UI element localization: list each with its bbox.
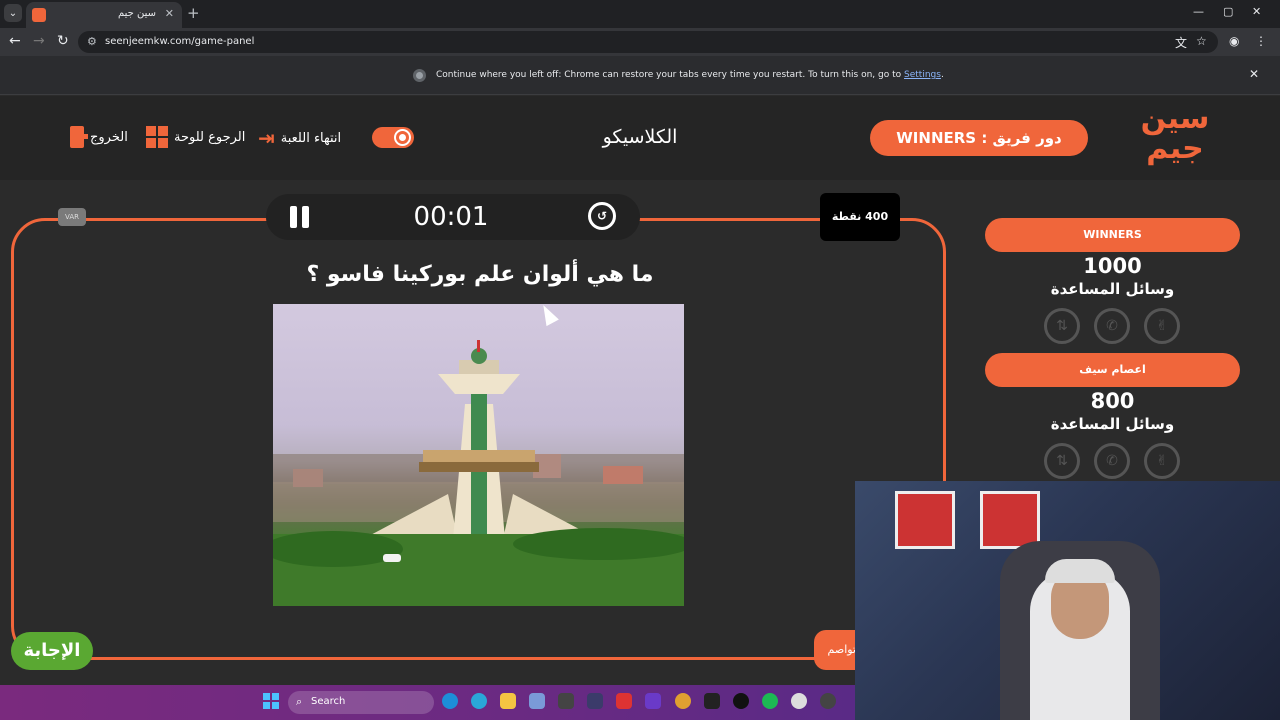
exit-button[interactable]: الخروج: [70, 126, 128, 148]
swap-icon[interactable]: ⇅: [1044, 308, 1080, 344]
windows-taskbar: ⌕ Search: [0, 685, 855, 720]
profile-icon[interactable]: ◉: [1229, 34, 1239, 48]
swap-icon[interactable]: ⇅: [1044, 443, 1080, 479]
restore-icon[interactable]: ▢: [1223, 5, 1233, 18]
show-answer-button[interactable]: الإجابة: [11, 632, 93, 670]
translate-icon[interactable]: 文: [1175, 34, 1187, 51]
search-label: Search: [311, 696, 346, 707]
phone-icon[interactable]: ✆: [1094, 443, 1130, 479]
site-logo[interactable]: سين جيم: [1132, 104, 1218, 170]
game-title: الكلاسيكو: [602, 126, 678, 148]
continue-button[interactable]: تواصم: [814, 630, 860, 670]
app-icon[interactable]: [704, 693, 720, 709]
chrome-taskbar-icon[interactable]: [820, 693, 836, 709]
question-points: 400 نقطة: [820, 193, 900, 241]
var-badge[interactable]: VAR: [58, 208, 86, 226]
reset-timer-icon[interactable]: ↺: [588, 202, 616, 230]
settings-link[interactable]: Settings: [904, 70, 941, 80]
toggle-knob: [396, 131, 409, 144]
grid-icon: [146, 126, 168, 148]
tab-title: سين جيم: [117, 8, 156, 19]
bookmark-star-icon[interactable]: ☆: [1196, 34, 1207, 48]
wall-poster: [895, 491, 955, 549]
question-text: ما هي ألوان علم بوركينا فاسو ؟: [306, 262, 654, 287]
end-game-toggle[interactable]: [372, 127, 414, 148]
team-2-name: اعصام سيف: [985, 353, 1240, 387]
site-favicon-icon: [32, 8, 46, 22]
site-info-icon[interactable]: ⚙: [87, 35, 97, 48]
team-1-aids-label: وسائل المساعدة: [1050, 280, 1175, 298]
app-icon[interactable]: [645, 693, 661, 709]
address-bar: ← → ↻ ⚙ seenjeemkw.com/game-panel: [0, 28, 1280, 56]
app-icon[interactable]: [587, 693, 603, 709]
app-icon[interactable]: [616, 693, 632, 709]
edge-icon[interactable]: [442, 693, 458, 709]
team-turn-badge: دور فريق : WINNERS: [870, 120, 1088, 156]
tab-close-icon[interactable]: ✕: [165, 7, 174, 20]
omnibox[interactable]: ⚙ seenjeemkw.com/game-panel: [78, 31, 1218, 53]
new-tab-button[interactable]: +: [187, 4, 200, 22]
browser-tab[interactable]: سين جيم ✕: [26, 2, 182, 28]
two-answers-icon[interactable]: ✌: [1144, 308, 1180, 344]
minimize-icon[interactable]: —: [1193, 5, 1204, 18]
taskbar-search[interactable]: ⌕ Search: [288, 691, 434, 714]
timer-bar: 00:01 ↺: [266, 194, 640, 240]
two-answers-icon[interactable]: ✌: [1144, 443, 1180, 479]
webcam-overlay: [855, 481, 1280, 720]
infobar-message: Continue where you left off: Chrome can …: [436, 70, 944, 80]
back-to-board-label: الرجوع للوحة: [174, 129, 246, 145]
browser-icon[interactable]: [471, 693, 487, 709]
game-header: سين جيم دور فريق : WINNERS الكلاسيكو انت…: [0, 96, 1280, 180]
restore-tabs-infobar: Continue where you left off: Chrome can …: [0, 56, 1280, 95]
question-image: [273, 304, 684, 606]
reload-icon[interactable]: ↻: [57, 33, 69, 49]
app-icon[interactable]: [675, 693, 691, 709]
end-game-label: انتهاء اللعبة: [280, 130, 342, 146]
team-2-score: 800: [1090, 389, 1135, 413]
spotify-icon[interactable]: [762, 693, 778, 709]
arrow-right-icon: ⇥: [258, 126, 275, 150]
phone-icon[interactable]: ✆: [1094, 308, 1130, 344]
app-icon[interactable]: [733, 693, 749, 709]
monument-illustration: [273, 340, 684, 606]
exit-label: الخروج: [90, 129, 128, 145]
app-icon[interactable]: [558, 693, 574, 709]
windows-start-icon[interactable]: [263, 693, 279, 709]
end-game-button[interactable]: انتهاء اللعبة ⇥: [258, 126, 341, 150]
menu-kebab-icon[interactable]: ⋮: [1255, 34, 1267, 48]
tab-search-icon[interactable]: ⌄: [4, 4, 22, 22]
timer-display: 00:01: [413, 202, 489, 232]
url-text[interactable]: seenjeemkw.com/game-panel: [105, 36, 254, 47]
file-explorer-icon[interactable]: [500, 693, 516, 709]
app-icon[interactable]: [529, 693, 545, 709]
exit-door-icon: [70, 126, 88, 148]
window-close-icon[interactable]: ✕: [1252, 5, 1261, 18]
wall-poster: [980, 491, 1040, 549]
team-2-aids-label: وسائل المساعدة: [1050, 415, 1175, 433]
streamer-cap: [1045, 559, 1115, 583]
forward-icon[interactable]: →: [33, 33, 45, 49]
back-to-board-button[interactable]: الرجوع للوحة: [146, 126, 245, 148]
infobar-close-icon[interactable]: ✕: [1249, 67, 1259, 81]
browser-tab-bar: ⌄ سين جيم ✕ + — ▢ ✕: [0, 0, 1280, 28]
search-icon: ⌕: [296, 695, 303, 708]
pause-icon[interactable]: [290, 206, 309, 228]
back-icon[interactable]: ←: [9, 33, 21, 49]
team-1-score: 1000: [1083, 254, 1142, 278]
chrome-icon: [413, 69, 426, 82]
team-1-name: WINNERS: [985, 218, 1240, 252]
chatgpt-icon[interactable]: [791, 693, 807, 709]
